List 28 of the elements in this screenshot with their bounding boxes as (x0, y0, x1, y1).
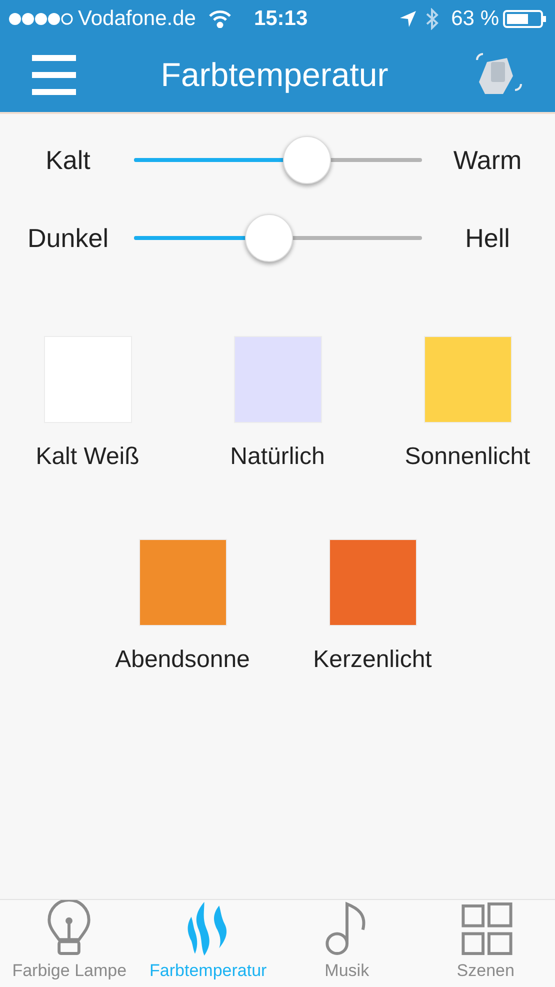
slider-left-label: Dunkel (26, 222, 110, 254)
battery-percent: 63 % (451, 6, 499, 32)
color-preset[interactable]: Kerzenlicht (294, 539, 450, 678)
preset-label: Kalt Weiß (36, 442, 140, 472)
battery-icon (503, 9, 547, 29)
grid-icon (458, 900, 513, 958)
slider-left-label: Kalt (44, 144, 92, 176)
preset-label: Sonnenlicht (404, 442, 530, 472)
color-preset[interactable]: Sonnenlicht (390, 336, 546, 475)
bluetooth-icon (425, 8, 440, 30)
screen-title: Farbtemperatur (160, 55, 388, 96)
color-preset[interactable]: Kalt Weiß (10, 336, 166, 475)
preset-label: Kerzenlicht (313, 645, 432, 675)
slider-right-label: Hell (464, 222, 511, 254)
slider-thumb[interactable] (282, 136, 331, 184)
light-bulb-icon (45, 900, 94, 958)
preset-label: Natürlich (230, 442, 325, 472)
status-time: 15:13 (254, 6, 308, 32)
slider-right-label: Warm (452, 144, 523, 176)
location-arrow-icon (399, 10, 418, 28)
carrier-name: Vodafone.de (78, 6, 196, 32)
signal-icon (8, 12, 74, 26)
menu-button[interactable] (32, 55, 76, 95)
color-preset[interactable]: Natürlich (200, 336, 356, 475)
slider-thumb[interactable] (245, 214, 294, 262)
color-preset[interactable]: Abendsonne (104, 539, 260, 678)
preset-label: Abendsonne (115, 645, 250, 675)
wifi-icon (208, 10, 232, 28)
